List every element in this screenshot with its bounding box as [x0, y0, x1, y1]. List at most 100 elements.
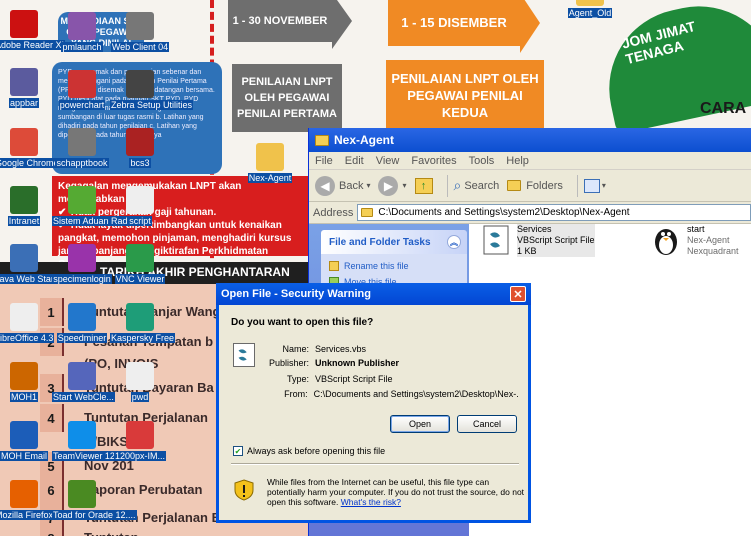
date-box-2: 1 - 15 DISEMBER [388, 0, 520, 46]
desktop-icon-intranet[interactable]: Intranet [0, 186, 54, 227]
forward-button[interactable]: ▶ ▾ [378, 175, 407, 196]
dropdown-arrow-icon: ▾ [366, 181, 371, 190]
field-key: Type: [286, 374, 309, 384]
toolbar-separator [446, 174, 448, 197]
desktop-icon-zebra[interactable]: Zebra Setup Utilities [110, 70, 194, 111]
close-icon[interactable]: ✕ [510, 286, 526, 302]
open-button[interactable]: Open [390, 415, 450, 433]
desktop-icon-powerchart[interactable]: powerchart [52, 70, 112, 111]
menu-edit[interactable]: Edit [345, 155, 364, 167]
dialog-separator [231, 463, 519, 465]
whats-the-risk-link[interactable]: What's the risk? [341, 497, 401, 507]
dialog-titlebar[interactable]: Open File - Security Warning ✕ [216, 283, 531, 305]
explorer-title: Nex-Agent [334, 133, 395, 147]
desktop-icon-label: TeamViewer 12 [52, 451, 116, 461]
folders-label: Folders [526, 179, 563, 192]
desktop-icon-adobe-reader[interactable]: Adobe Reader XI [0, 10, 66, 51]
bcs3-icon [126, 128, 154, 156]
desktop-icon-pwd[interactable]: pwd [110, 362, 170, 403]
zebra-icon [126, 70, 154, 98]
desktop-icon-folder[interactable]: Nex-Agent [240, 143, 300, 184]
cancel-button[interactable]: Cancel [457, 415, 517, 433]
views-button[interactable]: ▾ [583, 178, 606, 193]
libreoffice-icon [10, 303, 38, 331]
vbs-script-icon [483, 225, 509, 255]
forward-arrow-icon: ▶ [378, 175, 399, 196]
desktop-icon-vnc[interactable]: VNC Viewer [110, 244, 170, 285]
always-ask-checkbox[interactable]: ✔ [233, 446, 243, 456]
field-key: From: [284, 389, 308, 399]
toad-icon [68, 480, 96, 508]
script-icon [126, 186, 154, 214]
intranet-icon [10, 186, 38, 214]
security-warning-dialog[interactable]: Open File - Security Warning ✕ Do you wa… [216, 283, 531, 523]
back-arrow-icon: ◀ [315, 175, 335, 196]
task-rename-label: Rename this file [344, 261, 409, 271]
desktop-icon-radicare[interactable]: Sistem Aduan Radicare [52, 186, 149, 227]
powerchart-icon [68, 70, 96, 98]
field-value: Services.vbs [315, 344, 367, 354]
shield-warning-icon [234, 479, 254, 501]
menu-tools[interactable]: Tools [469, 155, 495, 167]
desktop-icon-kaspersky[interactable]: Kaspersky Free [110, 303, 176, 344]
table-row-text: Tuntutan [84, 530, 139, 536]
file-item-start[interactable]: start Nex-Agent Nexquadrant [651, 224, 739, 257]
desktop-icon-toad[interactable]: Toad for Orade 12.... [52, 480, 137, 521]
always-ask-row: ✔ Always ask before opening this file [233, 446, 385, 456]
web-client-icon [126, 12, 154, 40]
back-button[interactable]: ◀ Back ▾ [315, 175, 371, 196]
desktop-icon-label: pwd [130, 392, 150, 402]
back-label: Back [339, 179, 364, 192]
desktop-icon-label: Agent_Old [567, 8, 613, 18]
stage-grey-text: PENILAIAN LNPT OLEH PEGAWAI PENILAI PERT… [236, 76, 338, 120]
field-value: Unknown Publisher [315, 358, 400, 368]
desktop-icon-moh-email[interactable]: MOH Email [0, 421, 54, 462]
desktop-icon-image-file[interactable]: 1200px-IM... [110, 421, 170, 462]
dropdown-arrow-icon: ▾ [601, 181, 606, 190]
menu-view[interactable]: View [376, 155, 400, 167]
desktop-icon-java[interactable]: Java Web Start [0, 244, 58, 285]
desktop-icon-chrome[interactable]: Google Chrome [0, 128, 60, 169]
menu-help[interactable]: Help [506, 155, 529, 167]
desktop-icon-specimen[interactable]: specimenlogin [52, 244, 112, 285]
menu-favorites[interactable]: Favorites [411, 155, 456, 167]
date-box-1: 1 - 30 NOVEMBER [228, 0, 332, 42]
desktop-icon-label: LibreOffice 4.3 [0, 333, 55, 343]
desktop-icon-libreoffice[interactable]: LibreOffice 4.3 [0, 303, 55, 344]
search-button[interactable]: ⌕ Search [454, 177, 500, 194]
desktop-icon-label: powerchart [58, 100, 106, 110]
tasks-header[interactable]: File and Folder Tasks ︽ [321, 230, 467, 254]
specimen-icon [68, 244, 96, 272]
desktop-icon-label: Zebra Setup Utilities [110, 100, 194, 110]
field-publisher-row: Publisher: Unknown Publisher [249, 358, 519, 368]
desktop-icon-schapptbook[interactable]: schapptbook [52, 128, 112, 169]
explorer-titlebar[interactable]: Nex-Agent [309, 128, 751, 152]
desktop-icon-script[interactable]: script [110, 186, 170, 227]
file-item-services[interactable]: Services VBScript Script File 1 KB [481, 224, 595, 257]
address-field[interactable]: C:\Documents and Settings\system2\Deskto… [357, 204, 751, 221]
desktop-icon-speedminer[interactable]: Speedminer [52, 303, 112, 344]
task-rename-file[interactable]: Rename this file [329, 258, 459, 274]
desktop-icon-appbar[interactable]: appbar [0, 68, 54, 109]
desktop-icon-folder[interactable]: Agent_Old [560, 0, 620, 19]
desktop-icon-firefox[interactable]: Mozilla Firefox [0, 480, 55, 521]
desktop-icon-pmlaunch[interactable]: pmlaunch [52, 12, 112, 53]
desktop-icon-label: script [128, 216, 152, 226]
desktop-icon-web-client[interactable]: Web Client 04 [110, 12, 170, 53]
desktop-icon-webcle[interactable]: Start WebCle... [52, 362, 115, 403]
collapse-chevron-icon[interactable]: ︽ [447, 235, 461, 249]
always-ask-label: Always ask before opening this file [247, 446, 386, 456]
desktop-icon-moh1[interactable]: MOH1 [0, 362, 54, 403]
dialog-warning-text: While files from the Internet can be use… [267, 477, 525, 507]
arrow-orange-1 [520, 0, 540, 53]
file-type: Nex-Agent [687, 235, 730, 245]
date-box-1-text: 1 - 30 NOVEMBER [232, 15, 328, 27]
folders-button[interactable]: Folders [507, 180, 563, 192]
up-folder-button[interactable]: ↑ [414, 177, 433, 194]
field-name-row: Name: Services.vbs [249, 344, 519, 354]
desktop-icon-teamviewer[interactable]: TeamViewer 12 [52, 421, 116, 462]
desktop-icon-bcs3[interactable]: bcs3 [110, 128, 170, 169]
desktop-icon-label: pmlaunch [61, 42, 103, 52]
menu-file[interactable]: File [315, 155, 333, 167]
table-row-number: 8 [40, 524, 64, 536]
